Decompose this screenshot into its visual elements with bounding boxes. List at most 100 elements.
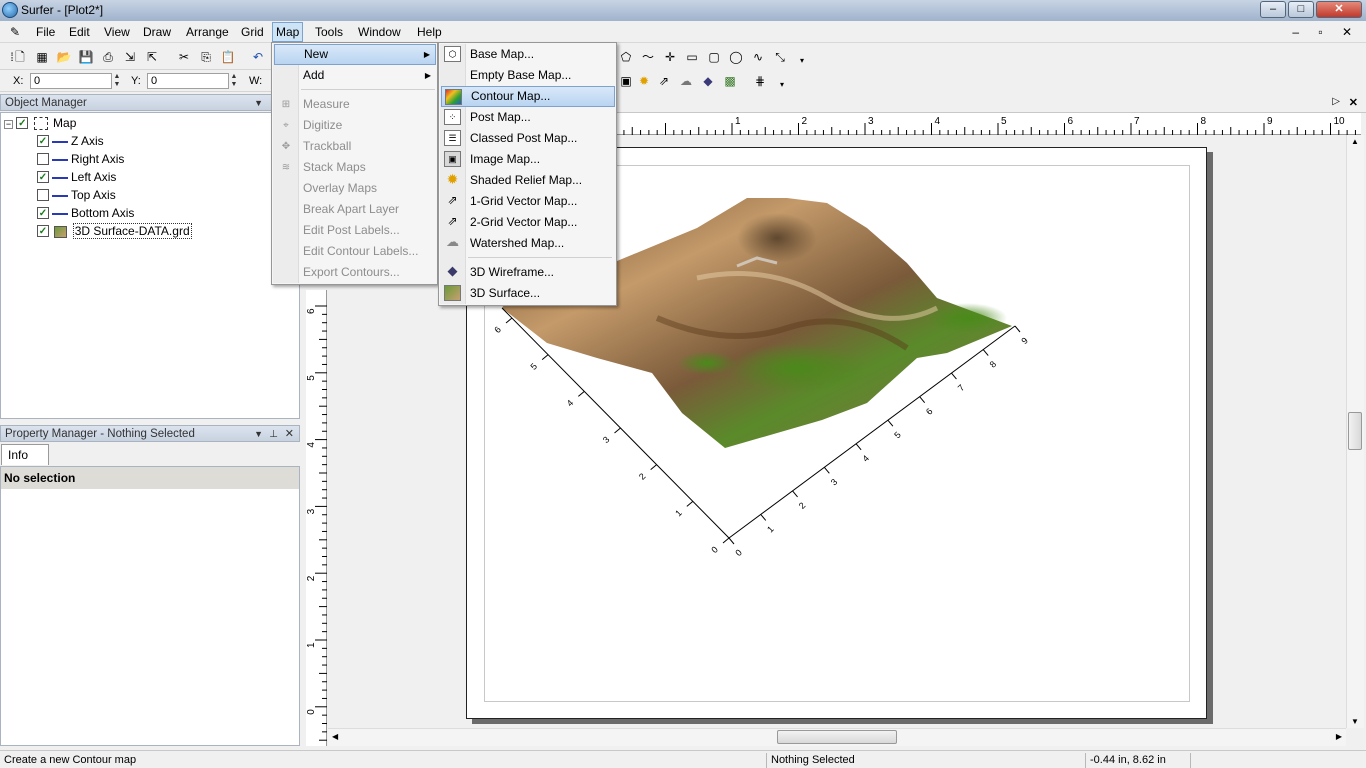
scroll-up-icon[interactable]: ▲: [1351, 137, 1359, 146]
menu-item-image-map[interactable]: ▣ Image Map...: [441, 149, 615, 170]
new-worksheet-icon[interactable]: ▦: [34, 49, 50, 65]
menu-help[interactable]: Help: [414, 24, 445, 41]
right-axis-tick: [982, 349, 989, 356]
tree-item-right-axis[interactable]: Right Axis: [37, 151, 124, 168]
menu-item-3d-surface[interactable]: 3D Surface...: [441, 283, 615, 304]
menu-item-new[interactable]: New ▶: [274, 44, 436, 65]
menu-item-digitize[interactable]: ⌖ Digitize: [274, 115, 436, 136]
scroll-right-icon[interactable]: ▶: [1336, 732, 1342, 741]
reshape-icon[interactable]: ⤡: [772, 49, 788, 65]
y-input[interactable]: 0: [147, 73, 229, 89]
watershed-toolbar-icon[interactable]: ☁: [678, 73, 694, 89]
tree-item-top-axis[interactable]: Top Axis: [37, 187, 116, 204]
menu-item-edit-post-labels[interactable]: Edit Post Labels...: [274, 220, 436, 241]
pin-icon[interactable]: ⊥: [269, 426, 278, 443]
menu-item-break-apart-layer[interactable]: Break Apart Layer: [274, 199, 436, 220]
menu-view[interactable]: View: [101, 24, 133, 41]
menu-file[interactable]: File: [33, 24, 58, 41]
close-button[interactable]: ✕: [1316, 1, 1362, 18]
menu-item-classed-post-map[interactable]: ☰ Classed Post Map...: [441, 128, 615, 149]
undo-icon[interactable]: ↶: [250, 49, 266, 65]
open-icon[interactable]: 📂: [56, 49, 72, 65]
menu-item-measure[interactable]: ⊞ Measure: [274, 94, 436, 115]
spline-icon[interactable]: ∿: [750, 49, 766, 65]
tree-item-map[interactable]: − ✓ Map: [4, 115, 76, 132]
tab-scroll-right-icon[interactable]: ▷: [1332, 96, 1340, 107]
menu-item-post-map[interactable]: ⁘ Post Map...: [441, 107, 615, 128]
toolbar-overflow-icon[interactable]: ▾: [794, 53, 810, 69]
menu-item-shaded-relief-map[interactable]: ✹ Shaded Relief Map...: [441, 170, 615, 191]
polyline-icon[interactable]: 〜: [640, 49, 656, 65]
pane-dropdown-icon[interactable]: ▼: [254, 95, 263, 112]
menu-grid[interactable]: Grid: [238, 24, 267, 41]
tree-item-bottom-axis[interactable]: ✓ Bottom Axis: [37, 205, 134, 222]
x-input[interactable]: 0: [30, 73, 112, 89]
surfer-app-icon[interactable]: [2, 2, 18, 18]
export-icon[interactable]: ⇱: [144, 49, 160, 65]
maximize-button[interactable]: □: [1288, 1, 1314, 18]
checkbox-top-axis[interactable]: [37, 188, 49, 201]
checkbox-z-axis[interactable]: ✓: [37, 134, 49, 147]
tree-item-z-axis[interactable]: ✓ Z Axis: [37, 133, 104, 150]
menu-item-add[interactable]: Add ▶: [274, 65, 436, 86]
axis-toolbar-icon[interactable]: ⋕: [752, 73, 768, 89]
menu-map[interactable]: Map: [272, 22, 304, 42]
menu-draw[interactable]: Draw: [140, 24, 174, 41]
checkbox-bottom-axis[interactable]: ✓: [37, 206, 49, 219]
save-icon[interactable]: 💾: [78, 49, 94, 65]
horizontal-scroll-thumb[interactable]: [777, 730, 897, 744]
menu-item-export-contours[interactable]: Export Contours...: [274, 262, 436, 283]
menu-item-watershed-map[interactable]: ☁ Watershed Map...: [441, 233, 615, 254]
scroll-left-icon[interactable]: ◀: [332, 732, 338, 741]
copy-icon[interactable]: ⎘: [198, 49, 214, 65]
menu-item-3d-wireframe[interactable]: ◆ 3D Wireframe...: [441, 262, 615, 283]
menu-item-2-grid-vector-map[interactable]: ⇗ 2-Grid Vector Map...: [441, 212, 615, 233]
shaded-relief-toolbar-icon[interactable]: ✹: [636, 73, 652, 89]
pane-close-icon[interactable]: ✕: [285, 426, 294, 443]
tab-info[interactable]: Info: [1, 444, 49, 465]
menu-item-empty-base-map[interactable]: Empty Base Map...: [441, 65, 615, 86]
import-icon[interactable]: ⇲: [122, 49, 138, 65]
menu-item-edit-contour-labels[interactable]: Edit Contour Labels...: [274, 241, 436, 262]
x-spinner-icon[interactable]: ▲ ▼: [112, 73, 122, 89]
checkbox-surface-layer[interactable]: ✓: [37, 224, 49, 237]
wireframe-toolbar-icon[interactable]: ◆: [700, 73, 716, 89]
plot-close-icon[interactable]: ✕: [1349, 96, 1358, 109]
paste-icon[interactable]: 📋: [220, 49, 236, 65]
minimize-button[interactable]: –: [1260, 1, 1286, 18]
menu-item-overlay-maps[interactable]: Overlay Maps: [274, 178, 436, 199]
rounded-rectangle-icon[interactable]: ▢: [706, 49, 722, 65]
menu-window[interactable]: Window: [355, 24, 404, 41]
menu-item-stack-maps[interactable]: ≋ Stack Maps: [274, 157, 436, 178]
menu-item-trackball[interactable]: ✥ Trackball: [274, 136, 436, 157]
tree-item-left-axis[interactable]: ✓ Left Axis: [37, 169, 116, 186]
menu-arrange[interactable]: Arrange: [183, 24, 232, 41]
polygon-icon[interactable]: ⬠: [618, 49, 634, 65]
menu-edit[interactable]: Edit: [66, 24, 93, 41]
tree-item-surface-layer[interactable]: ✓ 3D Surface-DATA.grd: [37, 223, 192, 240]
image-map-toolbar-icon[interactable]: ▣: [618, 73, 634, 89]
axis-icon: [52, 153, 68, 161]
surface-toolbar-icon[interactable]: ▩: [722, 73, 738, 89]
menu-item-base-map[interactable]: ⬡ Base Map...: [441, 44, 615, 65]
ellipse-icon[interactable]: ◯: [728, 49, 744, 65]
menu-item-contour-map[interactable]: Contour Map...: [441, 86, 615, 107]
checkbox-left-axis[interactable]: ✓: [37, 170, 49, 183]
vector-toolbar-icon[interactable]: ⇗: [656, 73, 672, 89]
vertical-scroll-thumb[interactable]: [1348, 412, 1362, 450]
cut-icon[interactable]: ✂: [176, 49, 192, 65]
pane-dropdown-icon[interactable]: ▼: [254, 426, 263, 443]
toolbar2-overflow-icon[interactable]: ▾: [774, 77, 790, 93]
new-plot-icon[interactable]: 🗋: [12, 49, 28, 65]
rectangle-icon[interactable]: ▭: [684, 49, 700, 65]
y-spinner-icon[interactable]: ▲ ▼: [229, 73, 239, 89]
symbol-icon[interactable]: ✛: [662, 49, 678, 65]
menu-tools[interactable]: Tools: [312, 24, 346, 41]
scroll-down-icon[interactable]: ▼: [1351, 717, 1359, 726]
mdi-window-controls[interactable]: – ▫ ✕: [1292, 25, 1360, 39]
collapse-icon[interactable]: −: [4, 120, 13, 129]
print-icon[interactable]: ⎙: [100, 49, 116, 65]
menu-item-1-grid-vector-map[interactable]: ⇗ 1-Grid Vector Map...: [441, 191, 615, 212]
checkbox-right-axis[interactable]: [37, 152, 49, 165]
checkbox-map[interactable]: ✓: [16, 116, 29, 129]
